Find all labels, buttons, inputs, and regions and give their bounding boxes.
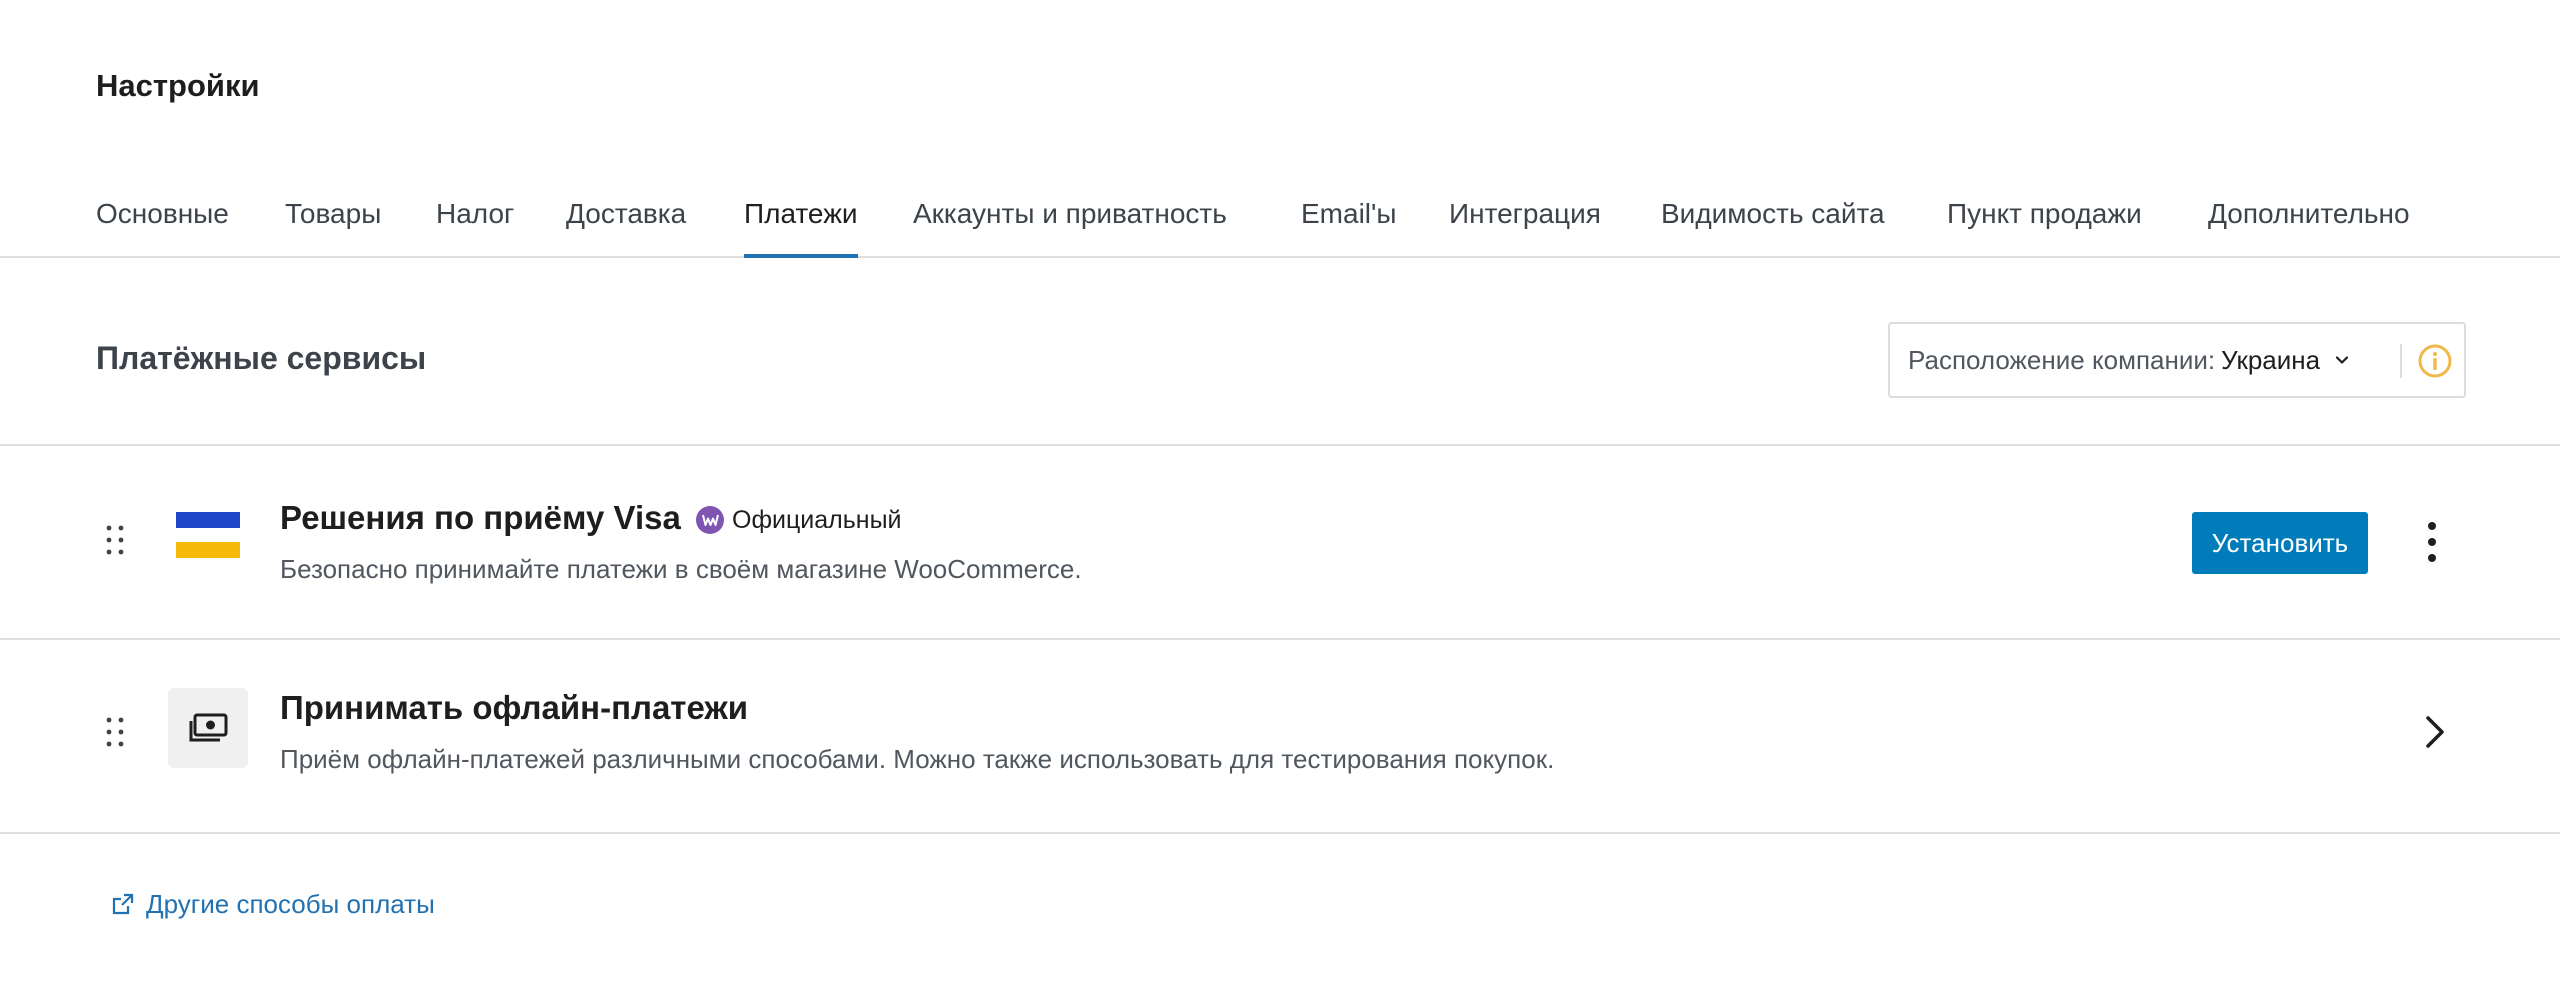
tab-accounts-privacy[interactable]: Аккаунты и приватность [913, 194, 1227, 256]
page-title: Настройки [96, 68, 260, 103]
tab-advanced[interactable]: Дополнительно [2208, 194, 2410, 256]
tab-site-visibility[interactable]: Видимость сайта [1661, 194, 1885, 256]
other-link-label: Другие способы оплаты [146, 888, 435, 919]
payment-providers-header: Платёжные сервисы Расположение компании:… [0, 258, 2560, 446]
business-location-control: Расположение компании: Украина [1888, 322, 2466, 398]
section-title: Платёжные сервисы [96, 340, 427, 376]
provider-row-offline[interactable]: Принимать офлайн-платежи Приём офлайн-пл… [0, 640, 2560, 834]
chevron-right-icon[interactable] [2418, 710, 2450, 754]
badge-label: Официальный [732, 505, 902, 534]
ukraine-flag-icon [176, 512, 240, 560]
provider-title: Решения по приёму Visa [280, 499, 681, 536]
drag-handle-icon[interactable] [104, 714, 126, 750]
chevron-down-icon [2332, 350, 2352, 370]
tab-point-of-sale[interactable]: Пункт продажи [1947, 194, 2142, 256]
provider-title: Принимать офлайн-платежи [280, 689, 749, 726]
provider-description: Безопасно принимайте платежи в своём маг… [280, 554, 1082, 584]
install-button[interactable]: Установить [2192, 512, 2368, 574]
location-value: Украина [2221, 344, 2321, 375]
business-location-select[interactable]: Расположение компании: Украина [1908, 324, 2398, 396]
tab-general[interactable]: Основные [96, 194, 229, 256]
woo-logo-icon [696, 506, 724, 534]
provider-row-visa: Решения по приёму Visa Официальный Безоп… [0, 446, 2560, 640]
info-icon[interactable] [2416, 342, 2454, 380]
tab-tax[interactable]: Налог [436, 194, 514, 256]
tab-shipping[interactable]: Доставка [566, 194, 686, 256]
more-options-icon[interactable] [2414, 518, 2450, 566]
tab-payments[interactable]: Платежи [744, 194, 858, 258]
location-label: Расположение компании: [1908, 344, 2216, 375]
external-link-icon [110, 891, 136, 917]
other-payment-methods-link[interactable]: Другие способы оплаты [110, 884, 435, 924]
cash-icon [168, 688, 248, 768]
tab-emails[interactable]: Email'ы [1301, 194, 1396, 256]
tab-products[interactable]: Товары [285, 194, 381, 256]
official-badge: Официальный [696, 502, 902, 538]
provider-description: Приём офлайн-платежей различными способа… [280, 744, 1555, 774]
settings-tabs: Основные Товары Налог Доставка Платежи А… [0, 180, 2560, 258]
drag-handle-icon[interactable] [104, 522, 126, 558]
location-divider [2400, 344, 2402, 378]
tab-integration[interactable]: Интеграция [1449, 194, 1601, 256]
